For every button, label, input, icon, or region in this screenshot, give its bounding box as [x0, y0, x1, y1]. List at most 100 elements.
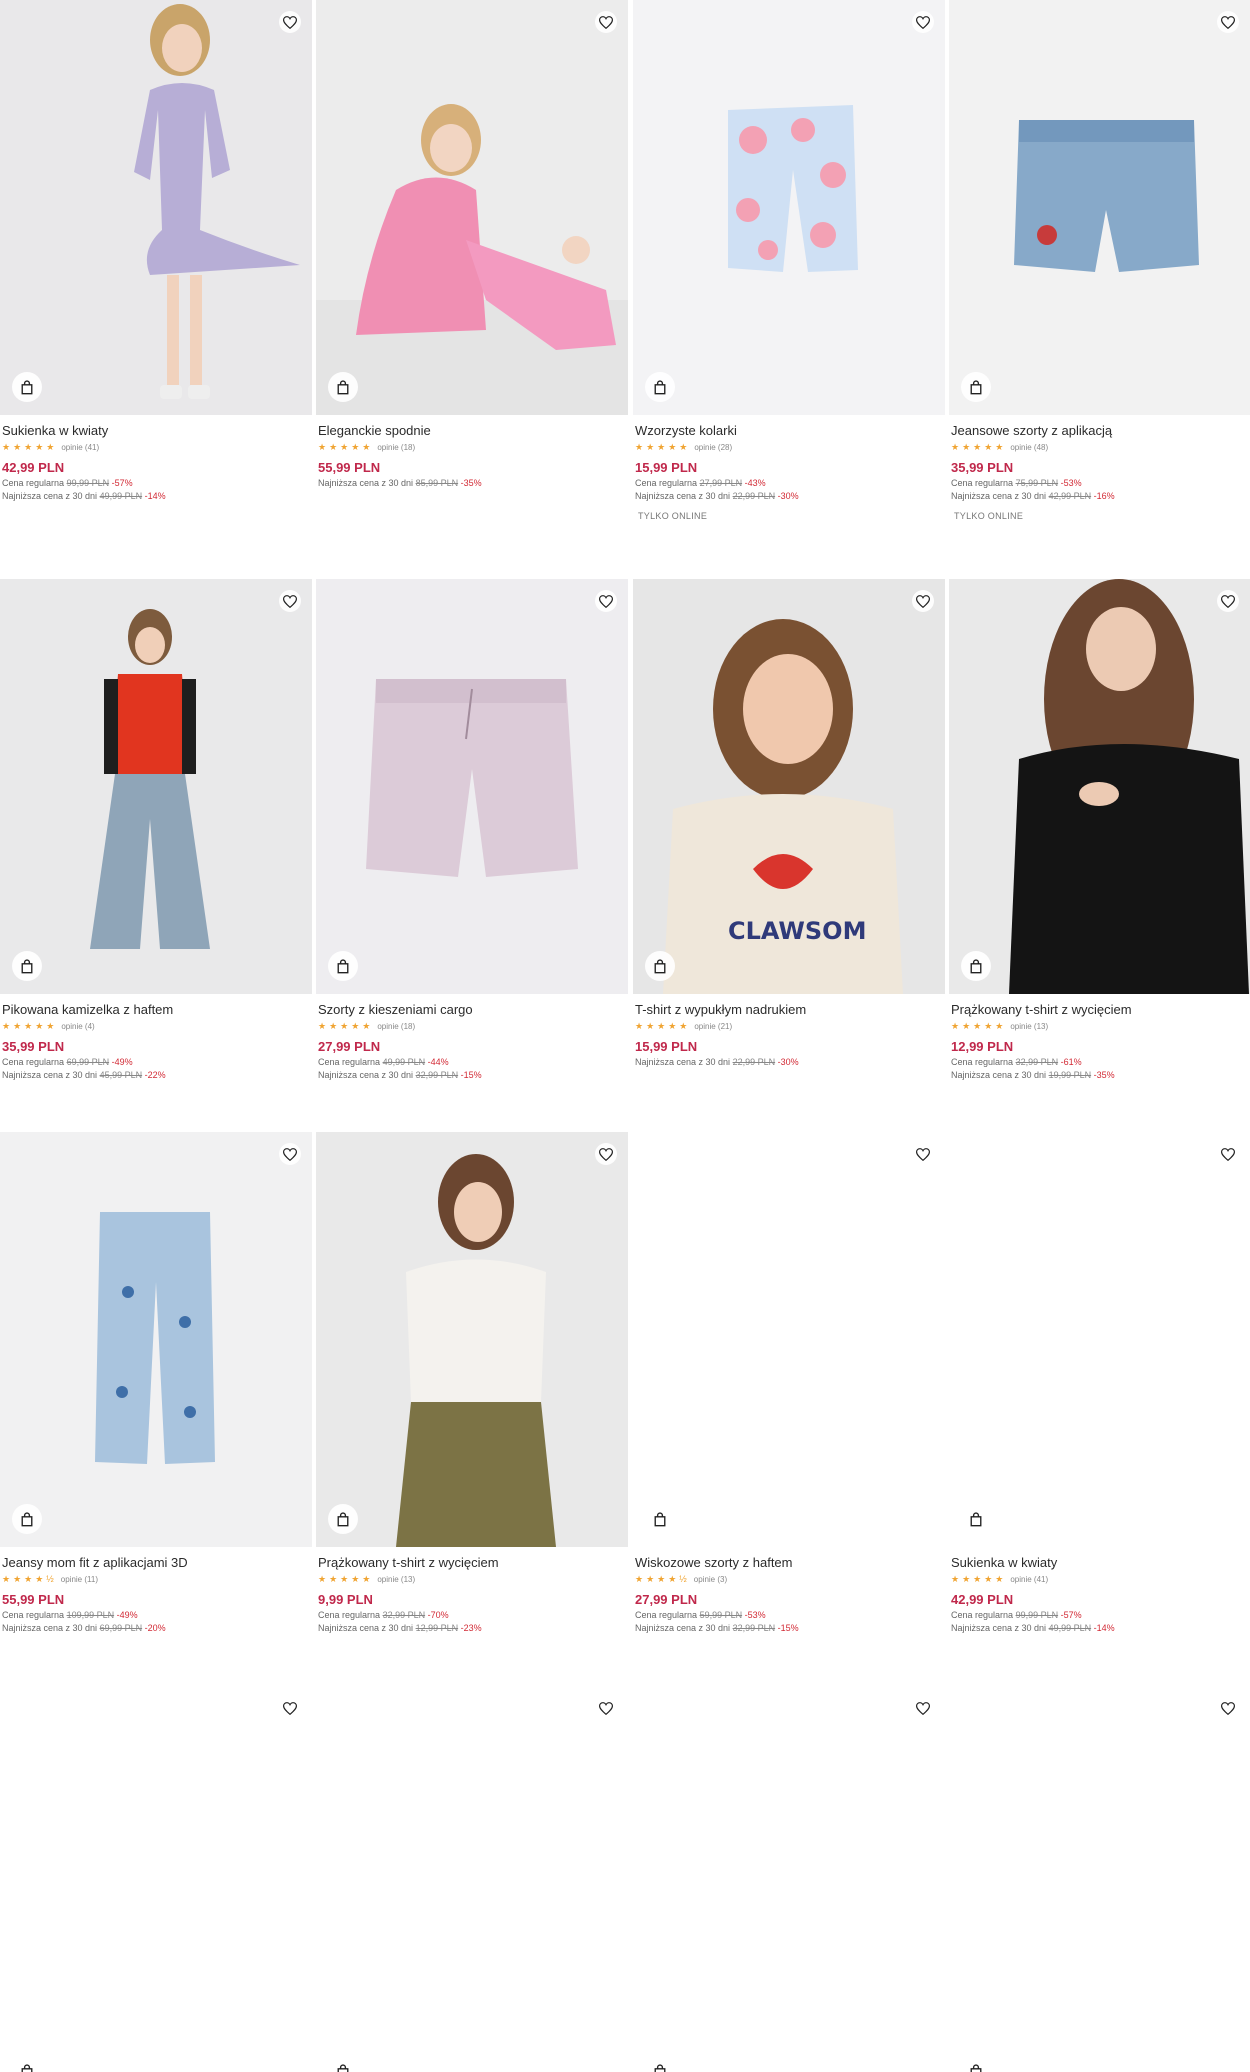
product-image[interactable] — [0, 579, 312, 994]
product-image[interactable] — [0, 1132, 312, 1547]
heart-icon[interactable] — [279, 590, 301, 612]
review-count[interactable]: opinie (3) — [694, 1575, 727, 1584]
product-image[interactable] — [633, 1132, 945, 1547]
product-name[interactable]: Jeansowe szorty z aplikacją — [951, 423, 1250, 438]
product-image[interactable] — [0, 0, 312, 415]
heart-icon[interactable] — [279, 1143, 301, 1165]
heart-icon[interactable] — [595, 11, 617, 33]
lowest-price-old: 22,99 PLN — [732, 491, 776, 501]
product-card[interactable]: Prążkowany t-shirt z wycięciem ★★★★★ opini… — [949, 579, 1250, 1080]
lowest-price-old: 49,99 PLN — [99, 491, 143, 501]
product-name[interactable]: Prążkowany t-shirt z wycięciem — [318, 1555, 628, 1570]
review-count[interactable]: opinie (48) — [1010, 443, 1048, 452]
heart-icon[interactable] — [595, 590, 617, 612]
product-image[interactable] — [949, 0, 1250, 415]
review-count[interactable]: opinie (11) — [61, 1575, 98, 1584]
product-price: 15,99 PLN — [635, 1039, 698, 1054]
heart-icon[interactable] — [1217, 11, 1239, 33]
review-count[interactable]: opinie (28) — [694, 443, 732, 452]
shopping-bag-icon[interactable] — [12, 951, 42, 981]
shopping-bag-icon[interactable] — [328, 2056, 358, 2072]
product-card[interactable]: Jeansowe szorty z aplikacją ★★★★★ opinie (… — [949, 0, 1250, 521]
product-card[interactable]: Sukienka w kwiaty ★★★★★ opinie (41) 42,99 P… — [0, 0, 312, 501]
product-card[interactable]: CLAWSOM T-shirt z wypukłym nadrukiem ★★★★★… — [633, 579, 945, 1067]
shopping-bag-icon[interactable] — [328, 1504, 358, 1534]
product-card[interactable]: Wzorzyste kolarki ★★★★★ opinie (28) 15,99 P… — [633, 0, 945, 521]
lowest-price-old: 49,99 PLN — [1048, 1623, 1092, 1633]
product-name[interactable]: Szorty z kieszeniami cargo — [318, 1002, 628, 1017]
product-image[interactable] — [633, 0, 945, 415]
product-image[interactable] — [633, 1686, 945, 2072]
product-card[interactable]: Szorty z kieszeniami cargo ★★★★★ opinie (1… — [316, 579, 628, 1080]
product-image[interactable] — [316, 1686, 628, 2072]
shopping-bag-icon[interactable] — [328, 951, 358, 981]
heart-icon[interactable] — [595, 1697, 617, 1719]
product-image[interactable] — [949, 1132, 1250, 1547]
regular-discount: -49% — [111, 1057, 133, 1067]
heart-icon[interactable] — [912, 590, 934, 612]
rating: ★★★★★ opinie (28) — [635, 442, 945, 452]
product-card[interactable]: Wiskozowe szorty z haftem ★★★★½ opinie (3)… — [633, 1132, 945, 1633]
product-card-loading[interactable] — [0, 1686, 312, 2072]
product-name[interactable]: T-shirt z wypukłym nadrukiem — [635, 1002, 945, 1017]
shopping-bag-icon[interactable] — [645, 2056, 675, 2072]
product-card[interactable]: Jeansy mom fit z aplikacjami 3D ★★★★½ opin… — [0, 1132, 312, 1633]
shopping-bag-icon[interactable] — [961, 372, 991, 402]
product-image[interactable] — [316, 0, 628, 415]
rating: ★★★★★ opinie (18) — [318, 442, 628, 452]
product-card-loading[interactable] — [633, 1686, 945, 2072]
heart-icon[interactable] — [279, 11, 301, 33]
shopping-bag-icon[interactable] — [12, 1504, 42, 1534]
shopping-bag-icon[interactable] — [961, 1504, 991, 1534]
review-count[interactable]: opinie (4) — [61, 1022, 94, 1031]
product-card[interactable]: Pikowana kamizelka z haftem ★★★★★ opinie (… — [0, 579, 312, 1080]
review-count[interactable]: opinie (18) — [377, 1022, 415, 1031]
shopping-bag-icon[interactable] — [645, 372, 675, 402]
product-card[interactable]: Prążkowany t-shirt z wycięciem ★★★★★ opini… — [316, 1132, 628, 1633]
product-name[interactable]: Prążkowany t-shirt z wycięciem — [951, 1002, 1250, 1017]
product-name[interactable]: Wzorzyste kolarki — [635, 423, 945, 438]
product-card[interactable]: Eleganckie spodnie ★★★★★ opinie (18) 55,99 … — [316, 0, 628, 488]
heart-icon[interactable] — [1217, 1697, 1239, 1719]
product-name[interactable]: Pikowana kamizelka z haftem — [2, 1002, 312, 1017]
heart-icon[interactable] — [912, 1143, 934, 1165]
product-name[interactable]: Sukienka w kwiaty — [951, 1555, 1250, 1570]
product-name[interactable]: Eleganckie spodnie — [318, 423, 628, 438]
shopping-bag-icon[interactable] — [645, 1504, 675, 1534]
product-card-loading[interactable] — [316, 1686, 628, 2072]
product-image[interactable] — [316, 1132, 628, 1547]
regular-price-label: Cena regularna — [951, 1057, 1014, 1067]
product-image[interactable] — [949, 579, 1250, 994]
rating: ★★★★★ opinie (41) — [2, 442, 312, 452]
shopping-bag-icon[interactable] — [12, 372, 42, 402]
product-card-loading[interactable] — [949, 1686, 1250, 2072]
shopping-bag-icon[interactable] — [645, 951, 675, 981]
review-count[interactable]: opinie (13) — [1010, 1022, 1048, 1031]
review-count[interactable]: opinie (41) — [1010, 1575, 1048, 1584]
review-count[interactable]: opinie (18) — [377, 443, 415, 452]
product-image[interactable]: CLAWSOM — [633, 579, 945, 994]
heart-icon[interactable] — [912, 11, 934, 33]
review-count[interactable]: opinie (41) — [61, 443, 99, 452]
shopping-bag-icon[interactable] — [961, 2056, 991, 2072]
heart-icon[interactable] — [279, 1697, 301, 1719]
product-card[interactable]: Sukienka w kwiaty ★★★★★ opinie (41) 42,99 P… — [949, 1132, 1250, 1633]
online-only-badge: TYLKO ONLINE — [638, 511, 708, 521]
heart-icon[interactable] — [595, 1143, 617, 1165]
product-image[interactable] — [0, 1686, 312, 2072]
product-name[interactable]: Jeansy mom fit z aplikacjami 3D — [2, 1555, 312, 1570]
shopping-bag-icon[interactable] — [12, 2056, 42, 2072]
heart-icon[interactable] — [912, 1697, 934, 1719]
heart-icon[interactable] — [1217, 1143, 1239, 1165]
review-count[interactable]: opinie (13) — [377, 1575, 415, 1584]
review-count[interactable]: opinie (21) — [694, 1022, 732, 1031]
shopping-bag-icon[interactable] — [328, 372, 358, 402]
regular-price-line: Cena regularna 32,99 PLN -70% — [318, 1610, 628, 1620]
shopping-bag-icon[interactable] — [961, 951, 991, 981]
product-image[interactable] — [316, 579, 628, 994]
product-price: 35,99 PLN — [951, 460, 1014, 475]
product-image[interactable] — [949, 1686, 1250, 2072]
product-name[interactable]: Wiskozowe szorty z haftem — [635, 1555, 945, 1570]
product-name[interactable]: Sukienka w kwiaty — [2, 423, 312, 438]
heart-icon[interactable] — [1217, 590, 1239, 612]
